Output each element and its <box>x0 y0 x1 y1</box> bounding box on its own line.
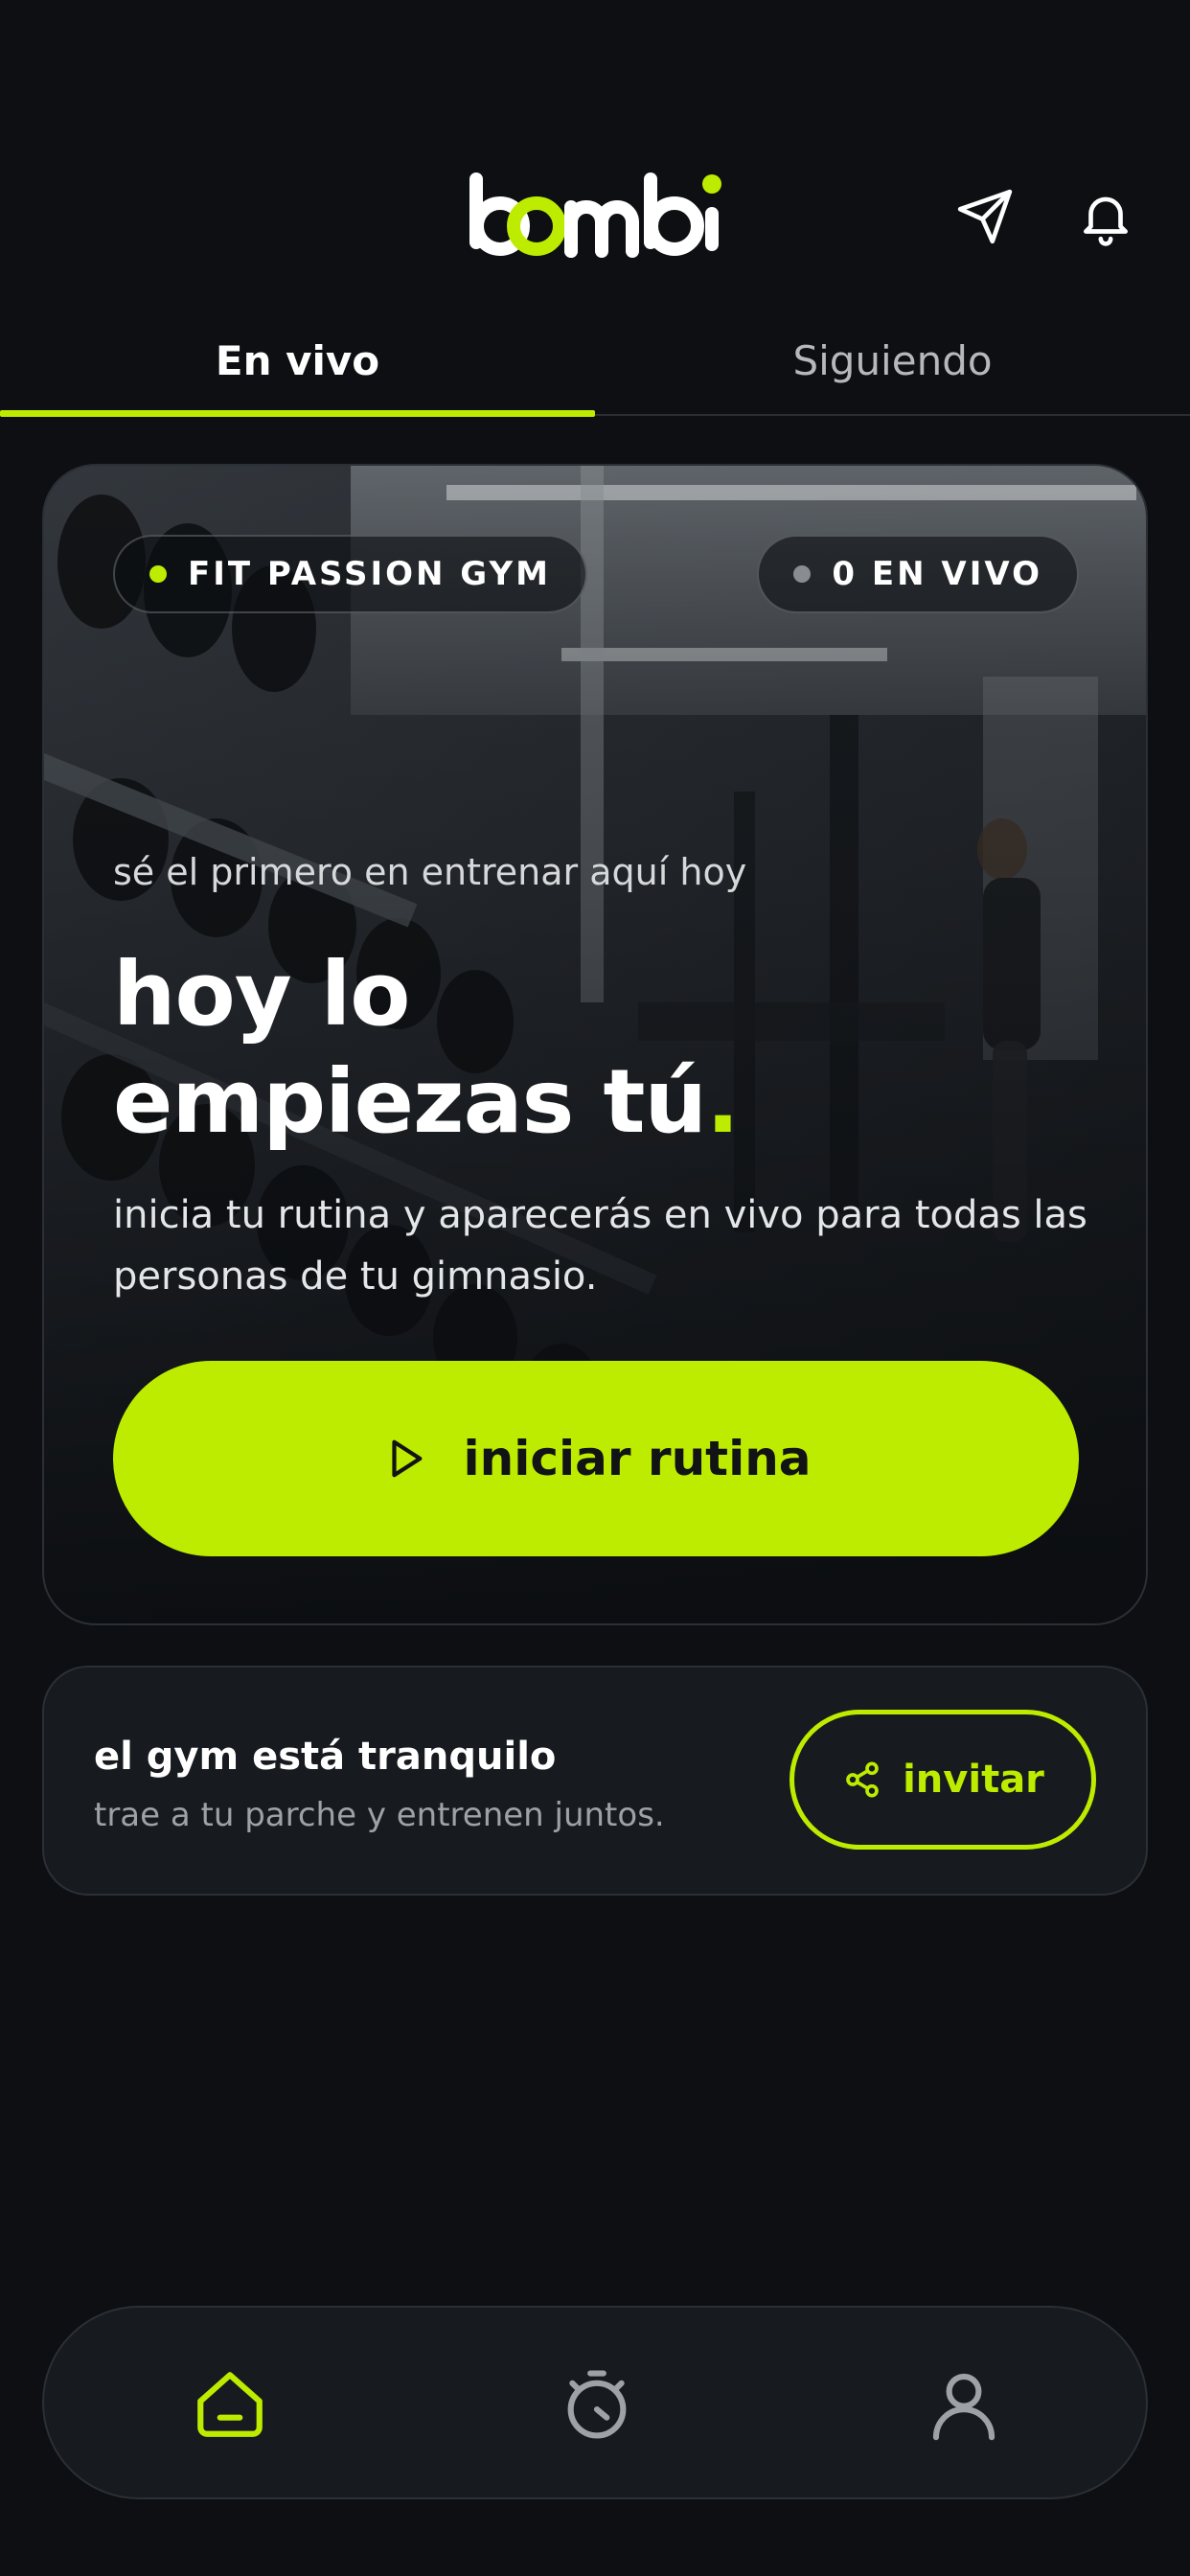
home-icon <box>197 2372 263 2437</box>
bell-icon[interactable] <box>1071 182 1140 251</box>
hero-description: inicia tu rutina y aparecerás en vivo pa… <box>113 1193 1087 1299</box>
hero-title-line-1: hoy lo <box>113 943 410 1046</box>
live-hero-card: FIT PASSION GYM 0 EN VIVO sé el primero … <box>42 464 1148 1625</box>
gym-name: FIT PASSION GYM <box>188 555 551 593</box>
send-icon[interactable] <box>950 182 1019 251</box>
hero-title-line-2: empiezas tú. <box>113 1050 740 1153</box>
live-count: 0 EN VIVO <box>832 555 1042 593</box>
stopwatch-icon <box>567 2370 627 2439</box>
bottom-navigation <box>42 2306 1148 2499</box>
start-routine-button[interactable]: iniciar rutina <box>113 1361 1079 1556</box>
hero-title: hoy lo empiezas tú. <box>113 941 740 1156</box>
profile-icon <box>932 2373 995 2441</box>
nav-home-button[interactable] <box>182 2357 278 2452</box>
status-dot-icon <box>793 565 812 583</box>
app-header <box>0 144 1190 278</box>
gym-name-pill: FIT PASSION GYM <box>113 535 587 613</box>
hero-kicker: sé el primero en entrenar aquí hoy <box>113 851 747 893</box>
nav-profile-button[interactable] <box>916 2357 1012 2452</box>
active-tab-indicator <box>0 410 595 417</box>
invite-button[interactable]: invitar <box>790 1710 1096 1850</box>
invite-label: invitar <box>903 1758 1044 1802</box>
live-count-pill: 0 EN VIVO <box>757 535 1079 613</box>
quiet-gym-card: el gym está tranquilo trae a tu parche y… <box>42 1666 1148 1896</box>
tab-siguiendo[interactable]: Siguiendo <box>595 307 1190 414</box>
feed-tabs: En vivo Siguiendo <box>0 307 1190 417</box>
quiet-gym-title: el gym está tranquilo <box>94 1735 557 1779</box>
quiet-gym-subtitle: trae a tu parche y entrenen juntos. <box>94 1796 665 1834</box>
start-routine-label: iniciar rutina <box>463 1431 812 1486</box>
tab-en-vivo[interactable]: En vivo <box>0 307 595 414</box>
share-icon <box>841 1759 883 1801</box>
home-screen: En vivo Siguiendo FIT PASSION GYM 0 EN V… <box>0 0 1190 2576</box>
nav-timer-button[interactable] <box>549 2357 645 2452</box>
play-icon <box>380 1434 430 1484</box>
live-dot-icon <box>149 565 167 583</box>
bombi-logo <box>466 165 724 270</box>
